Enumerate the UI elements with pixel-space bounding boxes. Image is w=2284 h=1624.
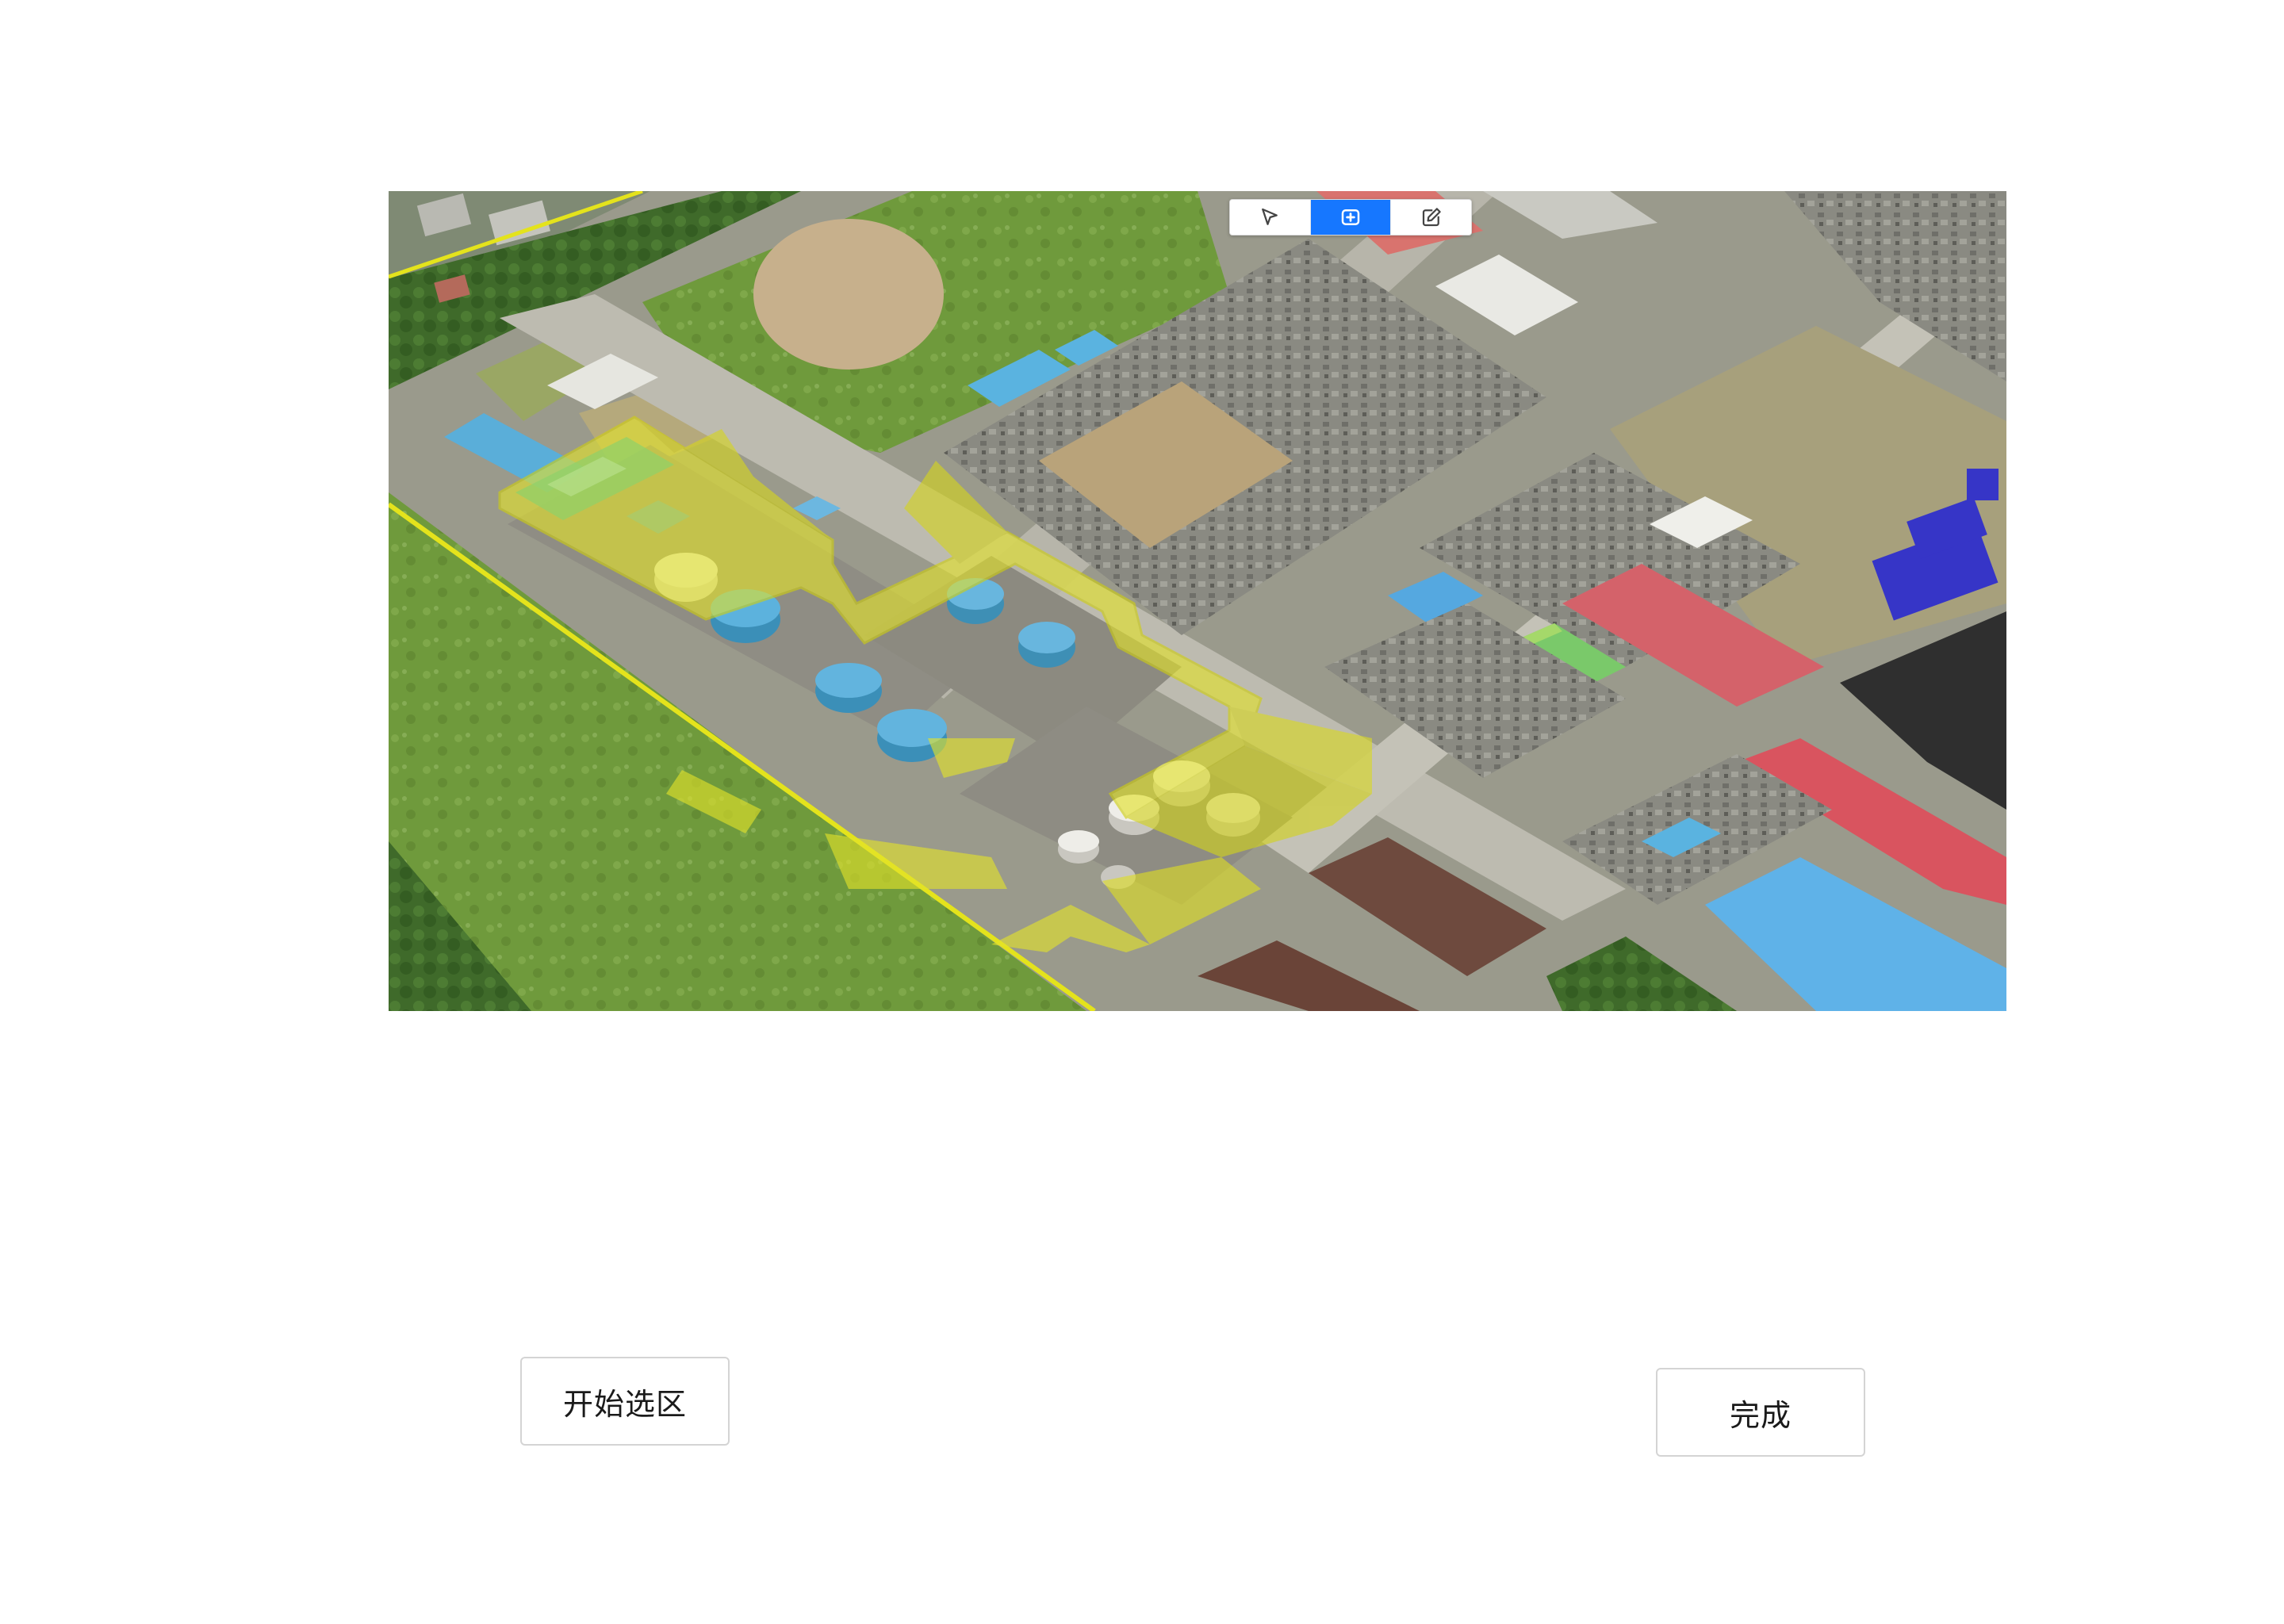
done-button[interactable]: 完成 bbox=[1656, 1368, 1865, 1457]
pencil-edit-icon bbox=[1422, 208, 1441, 227]
select-tool-button[interactable] bbox=[1230, 200, 1311, 235]
cursor-arrow-icon bbox=[1262, 208, 1278, 225]
aerial-imagery bbox=[389, 191, 2006, 1011]
plus-square-icon bbox=[1341, 209, 1360, 225]
add-area-tool-button[interactable] bbox=[1310, 200, 1392, 235]
aerial-map-view[interactable] bbox=[389, 191, 2006, 1011]
map-toolbar bbox=[1229, 199, 1472, 236]
edit-tool-button[interactable] bbox=[1391, 200, 1471, 235]
start-selection-button[interactable]: 开始选区 bbox=[520, 1357, 730, 1446]
page: 开始选区 完成 bbox=[0, 0, 2284, 1624]
